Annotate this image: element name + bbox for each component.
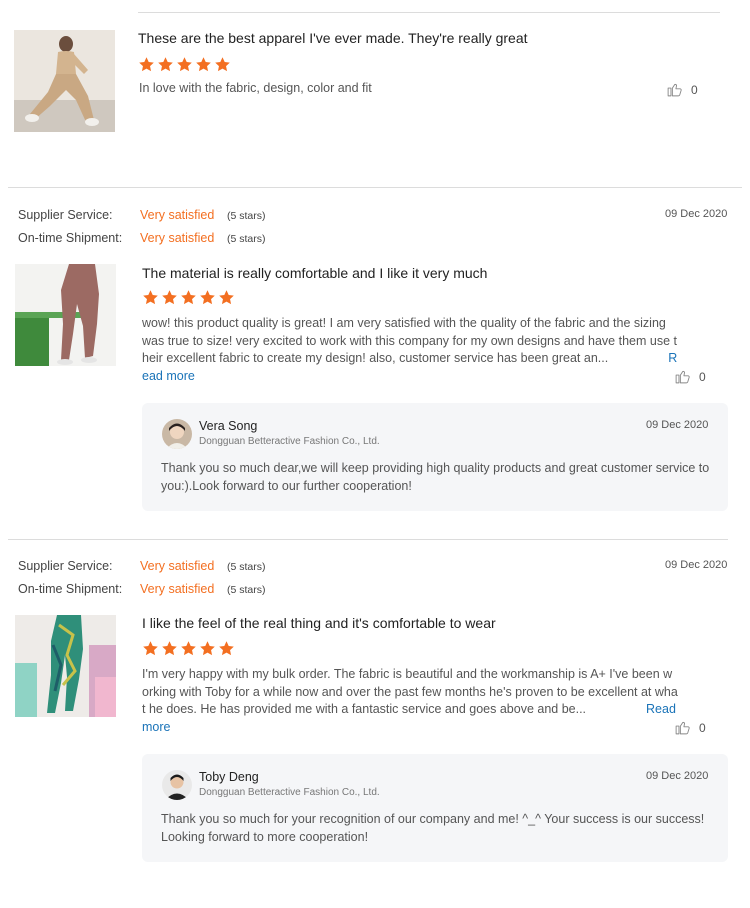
review-photo[interactable] <box>15 264 116 366</box>
shipment-label: On-time Shipment: <box>18 231 123 245</box>
supplier-reply: Toby Deng Dongguan Betteractive Fashion … <box>142 754 728 862</box>
star-icon <box>195 56 212 73</box>
supplier-service-label: Supplier Service: <box>18 559 113 573</box>
star-icon <box>176 56 193 73</box>
star-icon <box>161 289 178 306</box>
star-icon <box>218 640 235 657</box>
star-icon <box>199 289 216 306</box>
reply-text: Thank you so much for your recognition o… <box>161 812 705 844</box>
like-button[interactable]: 0 <box>674 719 706 736</box>
reply-company: Dongguan Betteractive Fashion Co., Ltd. <box>199 436 380 447</box>
reply-author-name: Vera Song <box>199 419 258 433</box>
star-icon <box>199 640 216 657</box>
avatar <box>162 770 192 800</box>
star-icon <box>138 56 155 73</box>
like-button[interactable]: 0 <box>674 368 706 385</box>
shipment-stars: (5 stars) <box>227 233 266 245</box>
review-text: I'm very happy with my bulk order. The f… <box>142 666 678 736</box>
star-icon <box>214 56 231 73</box>
review-title: These are the best apparel I've ever mad… <box>138 30 528 46</box>
shipment-value: Very satisfied <box>140 582 215 596</box>
thumbs-up-icon <box>674 368 691 385</box>
review-text: In love with the fabric, design, color a… <box>139 81 372 95</box>
avatar <box>162 419 192 449</box>
reply-author-name: Toby Deng <box>199 770 259 784</box>
thumbs-up-icon <box>666 81 683 98</box>
review-photo[interactable] <box>14 30 115 132</box>
review-divider <box>8 187 742 188</box>
supplier-service-value: Very satisfied <box>140 559 215 573</box>
star-icon <box>180 640 197 657</box>
shipment-label: On-time Shipment: <box>18 582 123 596</box>
supplier-service-stars: (5 stars) <box>227 561 266 573</box>
rating-stars <box>142 640 235 657</box>
review-divider <box>8 539 728 540</box>
reply-company: Dongguan Betteractive Fashion Co., Ltd. <box>199 787 380 798</box>
review-text-content: I'm very happy with my bulk order. The f… <box>142 667 678 716</box>
like-count: 0 <box>699 720 706 735</box>
review-text-content: wow! this product quality is great! I am… <box>142 316 677 365</box>
reply-text: Thank you so much dear,we will keep prov… <box>161 461 710 493</box>
star-icon <box>142 289 159 306</box>
like-count: 0 <box>699 369 706 384</box>
star-icon <box>180 289 197 306</box>
review-photo[interactable] <box>15 615 116 717</box>
supplier-service-value: Very satisfied <box>140 208 215 222</box>
star-icon <box>142 640 159 657</box>
rating-stars <box>142 289 235 306</box>
reply-date: 09 Dec 2020 <box>646 419 709 431</box>
review-date: 09 Dec 2020 <box>665 208 728 220</box>
shipment-value: Very satisfied <box>140 231 215 245</box>
review-title: The material is really comfortable and I… <box>142 265 488 281</box>
shipment-stars: (5 stars) <box>227 584 266 596</box>
rating-stars <box>138 56 231 73</box>
thumbs-up-icon <box>674 719 691 736</box>
star-icon <box>218 289 235 306</box>
supplier-reply: Vera Song Dongguan Betteractive Fashion … <box>142 403 728 511</box>
star-icon <box>161 640 178 657</box>
reply-date: 09 Dec 2020 <box>646 770 709 782</box>
supplier-service-stars: (5 stars) <box>227 210 266 222</box>
like-button[interactable]: 0 <box>666 81 698 98</box>
review-date: 09 Dec 2020 <box>665 559 728 571</box>
supplier-service-label: Supplier Service: <box>18 208 113 222</box>
review-text: wow! this product quality is great! I am… <box>142 315 678 385</box>
top-divider <box>138 12 720 13</box>
review-title: I like the feel of the real thing and it… <box>142 615 496 631</box>
like-count: 0 <box>691 82 698 97</box>
star-icon <box>157 56 174 73</box>
